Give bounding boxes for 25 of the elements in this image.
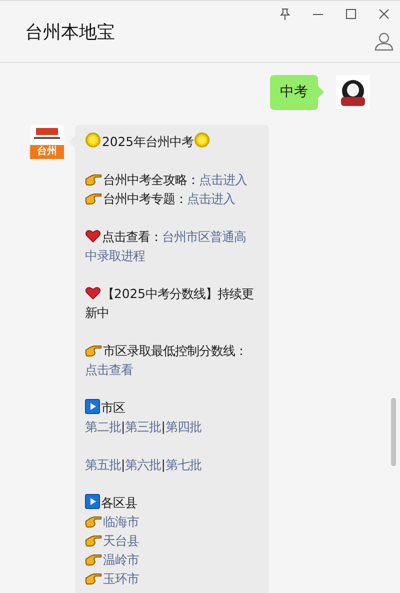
link[interactable]: 第六批 xyxy=(125,457,162,472)
link[interactable]: 第五批 xyxy=(85,457,121,472)
link[interactable]: 玉环市 xyxy=(103,571,139,586)
link[interactable]: 点击进入 xyxy=(187,191,235,206)
link[interactable]: 中录取进程 xyxy=(85,248,145,263)
logo-caption: 台州 xyxy=(30,145,64,159)
link[interactable]: 第七批 xyxy=(165,457,202,472)
link[interactable]: 温岭市 xyxy=(103,552,139,567)
link[interactable]: 第二批 xyxy=(85,419,121,434)
link[interactable]: 第四批 xyxy=(165,419,202,434)
message-text: | xyxy=(161,457,166,472)
link[interactable]: 台州市区普通高 xyxy=(162,229,246,244)
link[interactable]: 点击进入 xyxy=(199,172,247,187)
message-text: | xyxy=(161,419,166,434)
message-text: | xyxy=(121,457,126,472)
message-text: 台州中考全攻略： xyxy=(103,172,199,187)
message-text: 市区录取最低控制分数线： xyxy=(103,343,247,358)
message-text: | xyxy=(121,419,126,434)
link[interactable]: 第三批 xyxy=(125,419,162,434)
link[interactable]: 点击查看 xyxy=(85,362,133,377)
link[interactable]: 临海市 xyxy=(103,514,139,529)
message-text: 点击查看： xyxy=(102,229,162,244)
message-text: 台州中考专题： xyxy=(103,191,187,206)
window-title: 台州本地宝 xyxy=(25,20,115,44)
link[interactable]: 天台县 xyxy=(103,533,139,548)
